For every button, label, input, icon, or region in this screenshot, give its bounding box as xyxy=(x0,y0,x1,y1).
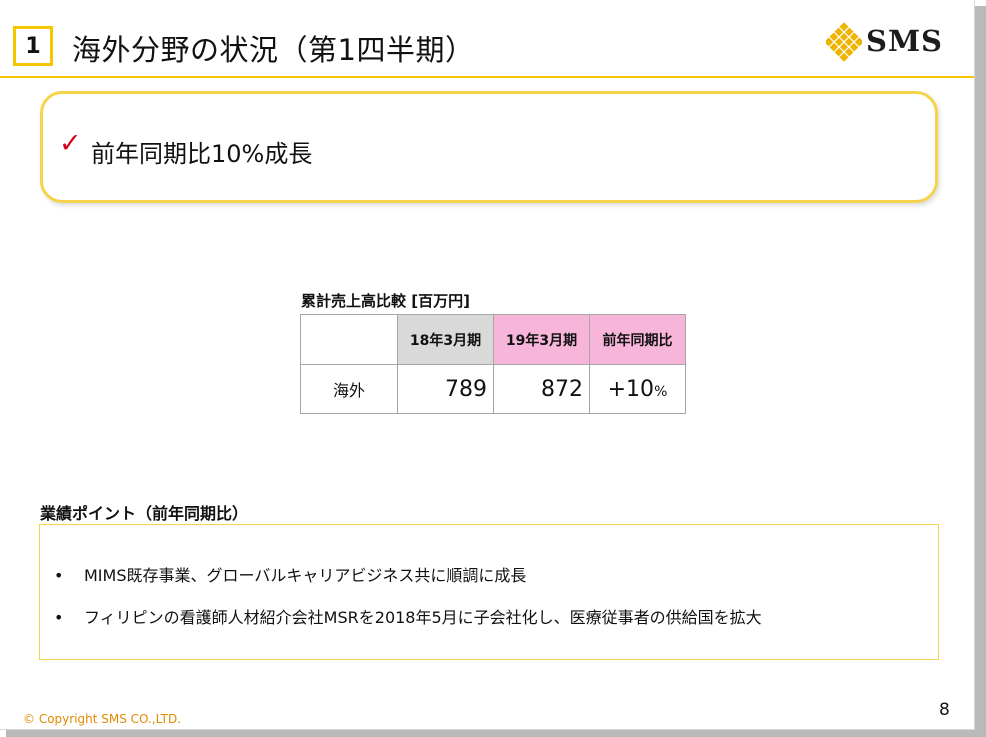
table-header-cell: 18年3月期 xyxy=(397,314,494,365)
bullet-icon: • xyxy=(54,608,64,627)
fy19-value: 872 xyxy=(493,364,590,414)
sms-diamond-logo-icon xyxy=(826,22,862,62)
callout-text: 前年同期比10%成長 xyxy=(91,140,313,168)
page-number: 8 xyxy=(939,700,950,720)
row-label: 海外 xyxy=(300,364,398,414)
points-box: • MIMS既存事業、グローバルキャリアビジネス共に順調に成長 • フィリピンの看護… xyxy=(39,524,939,660)
copyright-notice: © Copyright SMS CO.,LTD. xyxy=(23,712,182,726)
slide: 1 海外分野の状況（第1四半期） SMS ✓ 前年同期比10%成長 累計売上高比… xyxy=(0,0,975,730)
bullet-icon: • xyxy=(54,566,64,585)
slide-shadow-bottom xyxy=(6,730,986,737)
table-header-row: 18年3月期 19年3月期 前年同期比 xyxy=(300,314,686,365)
yoy-unit: % xyxy=(654,383,668,400)
fy18-value: 789 xyxy=(397,364,494,414)
list-item-text: MIMS既存事業、グローバルキャリアビジネス共に順調に成長 xyxy=(84,566,527,585)
yoy-change: +10% xyxy=(589,364,686,414)
table-row: 海外 789 872 +10% xyxy=(300,364,686,414)
logo-text: SMS xyxy=(866,24,943,58)
yoy-value: +10 xyxy=(607,376,655,402)
table-header-cell: 前年同期比 xyxy=(589,314,686,365)
list-item: • MIMS既存事業、グローバルキャリアビジネス共に順調に成長 xyxy=(54,562,526,586)
slide-shadow-right xyxy=(975,6,986,737)
list-item: • フィリピンの看護師人材紹介会社MSRを2018年5月に子会社化し、医療従事者の… xyxy=(54,604,762,628)
section-number-badge: 1 xyxy=(13,26,53,66)
points-title: 業績ポイント（前年同期比） xyxy=(40,504,249,523)
list-item-text: フィリピンの看護師人材紹介会社MSRを2018年5月に子会社化し、医療従事者の供… xyxy=(84,608,762,627)
title-underline xyxy=(0,76,974,78)
table-header-cell xyxy=(300,314,398,365)
table-caption: 累計売上高比較 [百万円] xyxy=(301,292,470,310)
page-title: 海外分野の状況（第1四半期） xyxy=(72,33,475,67)
table-header-cell: 19年3月期 xyxy=(493,314,590,365)
highlight-callout: ✓ 前年同期比10%成長 xyxy=(40,91,938,203)
company-logo: SMS xyxy=(826,20,966,64)
checkmark-icon: ✓ xyxy=(59,128,82,159)
sales-comparison-table: 18年3月期 19年3月期 前年同期比 海外 789 872 +10% xyxy=(300,314,686,414)
